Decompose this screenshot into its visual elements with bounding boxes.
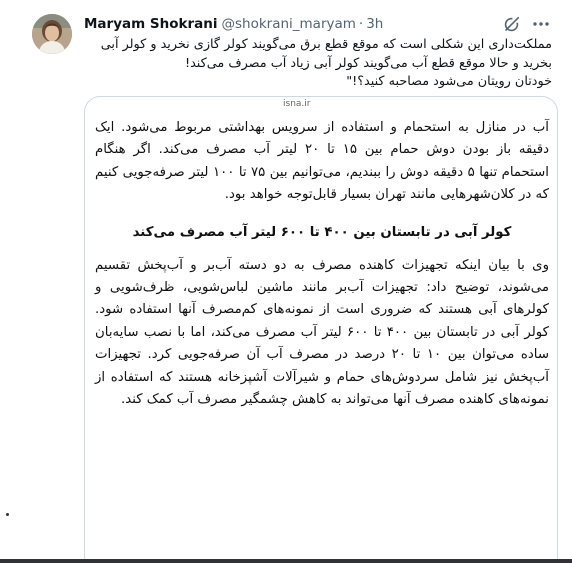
tweet-text-line: خودتان رویتان می‌شود مصاحبه کنید؟!" (346, 74, 552, 89)
display-name[interactable]: Maryam Shokrani (84, 15, 217, 33)
tweet-text: مملکت‌داری این شکلی است که موقع قطع برق … (84, 36, 552, 92)
tweet-text-line: مملکت‌داری این شکلی است که موقع قطع برق … (100, 37, 552, 52)
more-horizontal-icon[interactable] (530, 13, 552, 35)
stray-mark (6, 513, 9, 516)
tweet[interactable]: Maryam Shokrani @shokrani_maryam · 3h مم… (0, 0, 572, 563)
bottom-divider (0, 559, 572, 563)
source-watermark: isna.ir (283, 99, 311, 109)
timestamp[interactable]: 3h (366, 15, 383, 33)
grok-icon[interactable] (500, 13, 522, 35)
separator-dot: · (358, 16, 364, 32)
avatar[interactable] (32, 14, 72, 54)
article-heading: کولر آبی در تابستان بین ۴۰۰ تا ۶۰۰ لیتر … (132, 224, 512, 240)
article-paragraph: وی با بیان اینکه تجهیزات کاهنده مصرف به … (95, 257, 549, 408)
tweet-media-image[interactable]: isna.ir آب در منازل به استحمام و استفاده… (84, 96, 558, 563)
article-screenshot: آب در منازل به استحمام و استفاده از سروی… (95, 117, 549, 411)
article-paragraph: آب در منازل به استحمام و استفاده از سروی… (95, 120, 549, 203)
user-handle[interactable]: @shokrani_maryam (221, 15, 355, 33)
tweet-text-line: بخرید و حالا موقع قطع آب می‌گویند کولر آ… (184, 55, 552, 71)
tweet-header: Maryam Shokrani @shokrani_maryam · 3h (84, 15, 383, 33)
avatar-photo (32, 14, 72, 54)
